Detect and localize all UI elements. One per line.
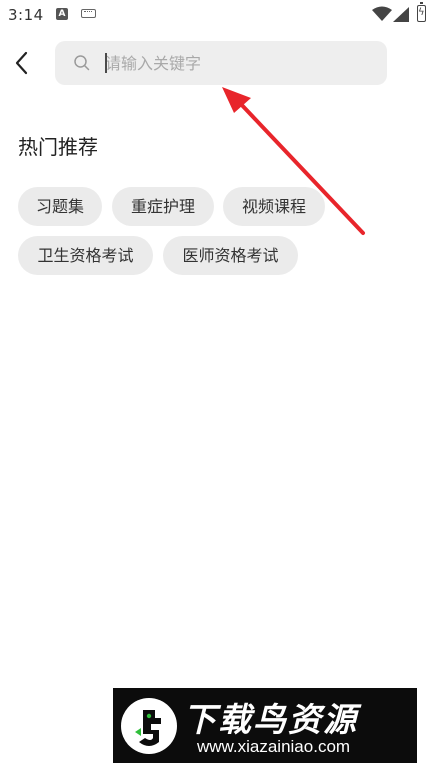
search-icon [74, 55, 90, 71]
wifi-icon [372, 6, 392, 21]
text-caret [105, 53, 107, 73]
hot-tag[interactable]: 视频课程 [223, 187, 325, 226]
signal-icon [393, 7, 409, 22]
hot-tag[interactable]: 重症护理 [112, 187, 214, 226]
battery-bolt-icon: ϟ [418, 7, 425, 18]
status-bar: 3:14 A ϟ [0, 0, 435, 30]
bird-logo-icon [121, 698, 177, 754]
hot-tag[interactable]: 医师资格考试 [163, 236, 298, 275]
battery-icon: ϟ [417, 2, 426, 22]
notification-a-icon: A [56, 8, 68, 20]
hot-tag[interactable]: 卫生资格考试 [18, 236, 153, 275]
section-title: 热门推荐 [18, 135, 98, 159]
back-button[interactable] [10, 48, 36, 78]
status-time: 3:14 [8, 6, 44, 24]
annotation-arrow-icon [222, 87, 365, 235]
search-box[interactable] [55, 41, 387, 85]
hot-tag[interactable]: 习题集 [18, 187, 102, 226]
keyboard-icon [81, 9, 96, 18]
search-input[interactable] [105, 50, 375, 76]
chevron-left-icon [15, 51, 28, 75]
watermark: 下载鸟资源 www.xiazainiao.com [113, 688, 417, 763]
bird-glyph-icon [135, 710, 161, 746]
watermark-url: www.xiazainiao.com [197, 737, 351, 756]
watermark-title: 下载鸟资源 [183, 700, 358, 739]
